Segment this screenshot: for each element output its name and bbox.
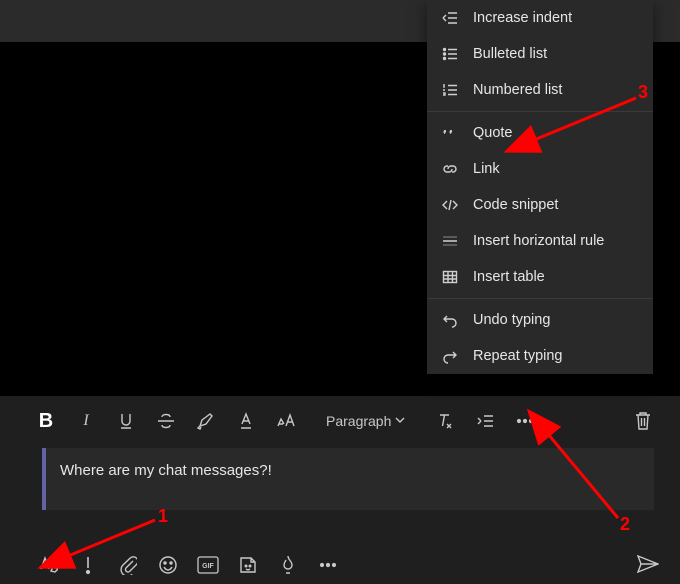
italic-label: I <box>83 412 88 430</box>
chevron-down-icon <box>395 416 405 427</box>
menu-item-label: Quote <box>473 125 513 141</box>
highlight-button[interactable] <box>186 404 226 438</box>
menu-item-label: Repeat typing <box>473 348 562 364</box>
underline-button[interactable] <box>106 404 146 438</box>
strikethrough-button[interactable] <box>146 404 186 438</box>
numbered-list-icon <box>441 81 459 99</box>
menu-item-label: Bulleted list <box>473 46 547 62</box>
praise-button[interactable] <box>276 553 300 577</box>
sticker-button[interactable] <box>236 553 260 577</box>
table-icon <box>441 268 459 286</box>
hr-icon <box>441 232 459 250</box>
code-icon <box>441 196 459 214</box>
bold-label: B <box>39 410 53 433</box>
menu-item-code-snippet[interactable]: Code snippet <box>427 187 653 223</box>
send-button[interactable] <box>634 550 662 578</box>
menu-item-label: Numbered list <box>473 82 562 98</box>
menu-item-label: Code snippet <box>473 197 558 213</box>
decrease-indent-button[interactable] <box>465 404 505 438</box>
more-options-menu: Increase indent Bulleted list Numbered l… <box>427 0 653 374</box>
delete-button[interactable] <box>626 404 660 438</box>
quote-icon <box>441 124 459 142</box>
paragraph-label: Paragraph <box>326 413 391 429</box>
menu-item-undo[interactable]: Undo typing <box>427 302 653 338</box>
formatting-toolbar: B I Paragraph <box>26 404 666 438</box>
bulleted-list-icon <box>441 45 459 63</box>
paragraph-style-dropdown[interactable]: Paragraph <box>320 404 411 438</box>
menu-item-label: Undo typing <box>473 312 550 328</box>
bold-button[interactable]: B <box>26 404 66 438</box>
menu-item-link[interactable]: Link <box>427 151 653 187</box>
message-text: Where are my chat messages?! <box>60 462 272 479</box>
menu-item-quote[interactable]: Quote <box>427 115 653 151</box>
svg-text:GIF: GIF <box>202 563 214 570</box>
menu-item-redo[interactable]: Repeat typing <box>427 338 653 374</box>
message-input[interactable]: Where are my chat messages?! <box>42 448 654 510</box>
menu-item-increase-indent[interactable]: Increase indent <box>427 0 653 36</box>
menu-item-bulleted-list[interactable]: Bulleted list <box>427 36 653 72</box>
compose-actions: GIF <box>36 550 666 580</box>
link-icon <box>441 160 459 178</box>
menu-item-horizontal-rule[interactable]: Insert horizontal rule <box>427 223 653 259</box>
importance-button[interactable] <box>76 553 100 577</box>
format-toggle-button[interactable] <box>36 553 60 577</box>
menu-item-label: Link <box>473 161 500 177</box>
indent-increase-icon <box>441 9 459 27</box>
clear-formatting-button[interactable] <box>425 404 465 438</box>
gif-button[interactable]: GIF <box>196 553 220 577</box>
menu-item-label: Insert table <box>473 269 545 285</box>
more-actions-button[interactable] <box>316 553 340 577</box>
menu-item-label: Increase indent <box>473 10 572 26</box>
font-size-button[interactable] <box>266 404 306 438</box>
italic-button[interactable]: I <box>66 404 106 438</box>
redo-icon <box>441 347 459 365</box>
emoji-button[interactable] <box>156 553 180 577</box>
menu-item-numbered-list[interactable]: Numbered list <box>427 72 653 108</box>
undo-icon <box>441 311 459 329</box>
menu-item-insert-table[interactable]: Insert table <box>427 259 653 295</box>
more-options-button[interactable] <box>505 404 545 438</box>
attach-button[interactable] <box>116 553 140 577</box>
font-color-button[interactable] <box>226 404 266 438</box>
menu-item-label: Insert horizontal rule <box>473 233 604 249</box>
